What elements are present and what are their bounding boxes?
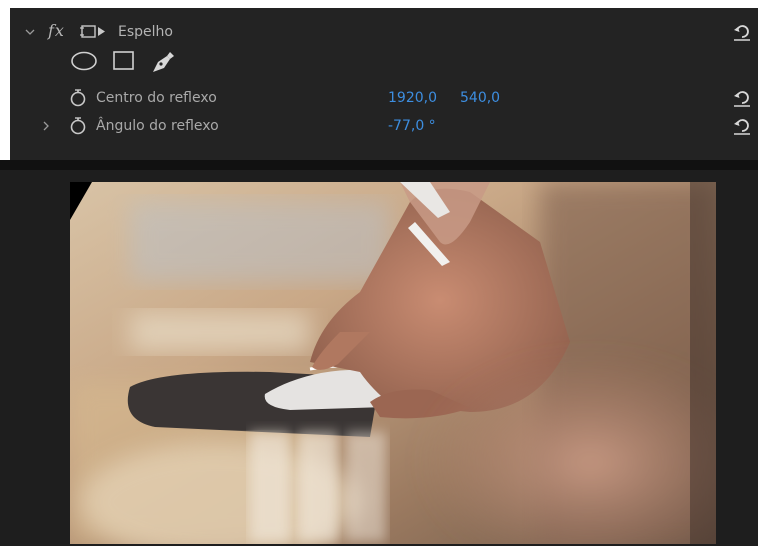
reset-icon[interactable] bbox=[732, 22, 752, 46]
center-x-value[interactable]: 1920,0 bbox=[388, 90, 437, 106]
mask-tools-row bbox=[10, 48, 758, 76]
chevron-right-icon[interactable] bbox=[40, 120, 52, 132]
program-monitor bbox=[0, 170, 758, 549]
effect-controls-panel: fx Espelho Centro do reflexo 1920,0 540,… bbox=[10, 8, 758, 160]
panel-divider bbox=[0, 160, 758, 170]
video-frame[interactable] bbox=[70, 182, 716, 544]
ellipse-mask-icon[interactable] bbox=[70, 50, 98, 76]
property-label: Ângulo do reflexo bbox=[96, 118, 219, 134]
stopwatch-icon[interactable] bbox=[68, 88, 88, 112]
angle-value[interactable]: -77,0 ° bbox=[388, 118, 436, 134]
effect-name: Espelho bbox=[118, 24, 173, 40]
rectangle-mask-icon[interactable] bbox=[112, 50, 136, 76]
pen-mask-icon[interactable] bbox=[150, 50, 176, 78]
stopwatch-icon[interactable] bbox=[68, 116, 88, 140]
effect-header-row: fx Espelho bbox=[10, 18, 758, 46]
property-row-centro: Centro do reflexo 1920,0 540,0 bbox=[10, 84, 758, 112]
fx-label[interactable]: fx bbox=[48, 21, 65, 40]
fx-toggle-icon[interactable] bbox=[80, 22, 108, 46]
chevron-down-icon[interactable] bbox=[24, 26, 36, 38]
property-label: Centro do reflexo bbox=[96, 90, 217, 106]
center-y-value[interactable]: 540,0 bbox=[460, 90, 500, 106]
property-row-angulo: Ângulo do reflexo -77,0 ° bbox=[10, 112, 758, 140]
reset-icon[interactable] bbox=[732, 88, 752, 112]
reset-icon[interactable] bbox=[732, 116, 752, 140]
